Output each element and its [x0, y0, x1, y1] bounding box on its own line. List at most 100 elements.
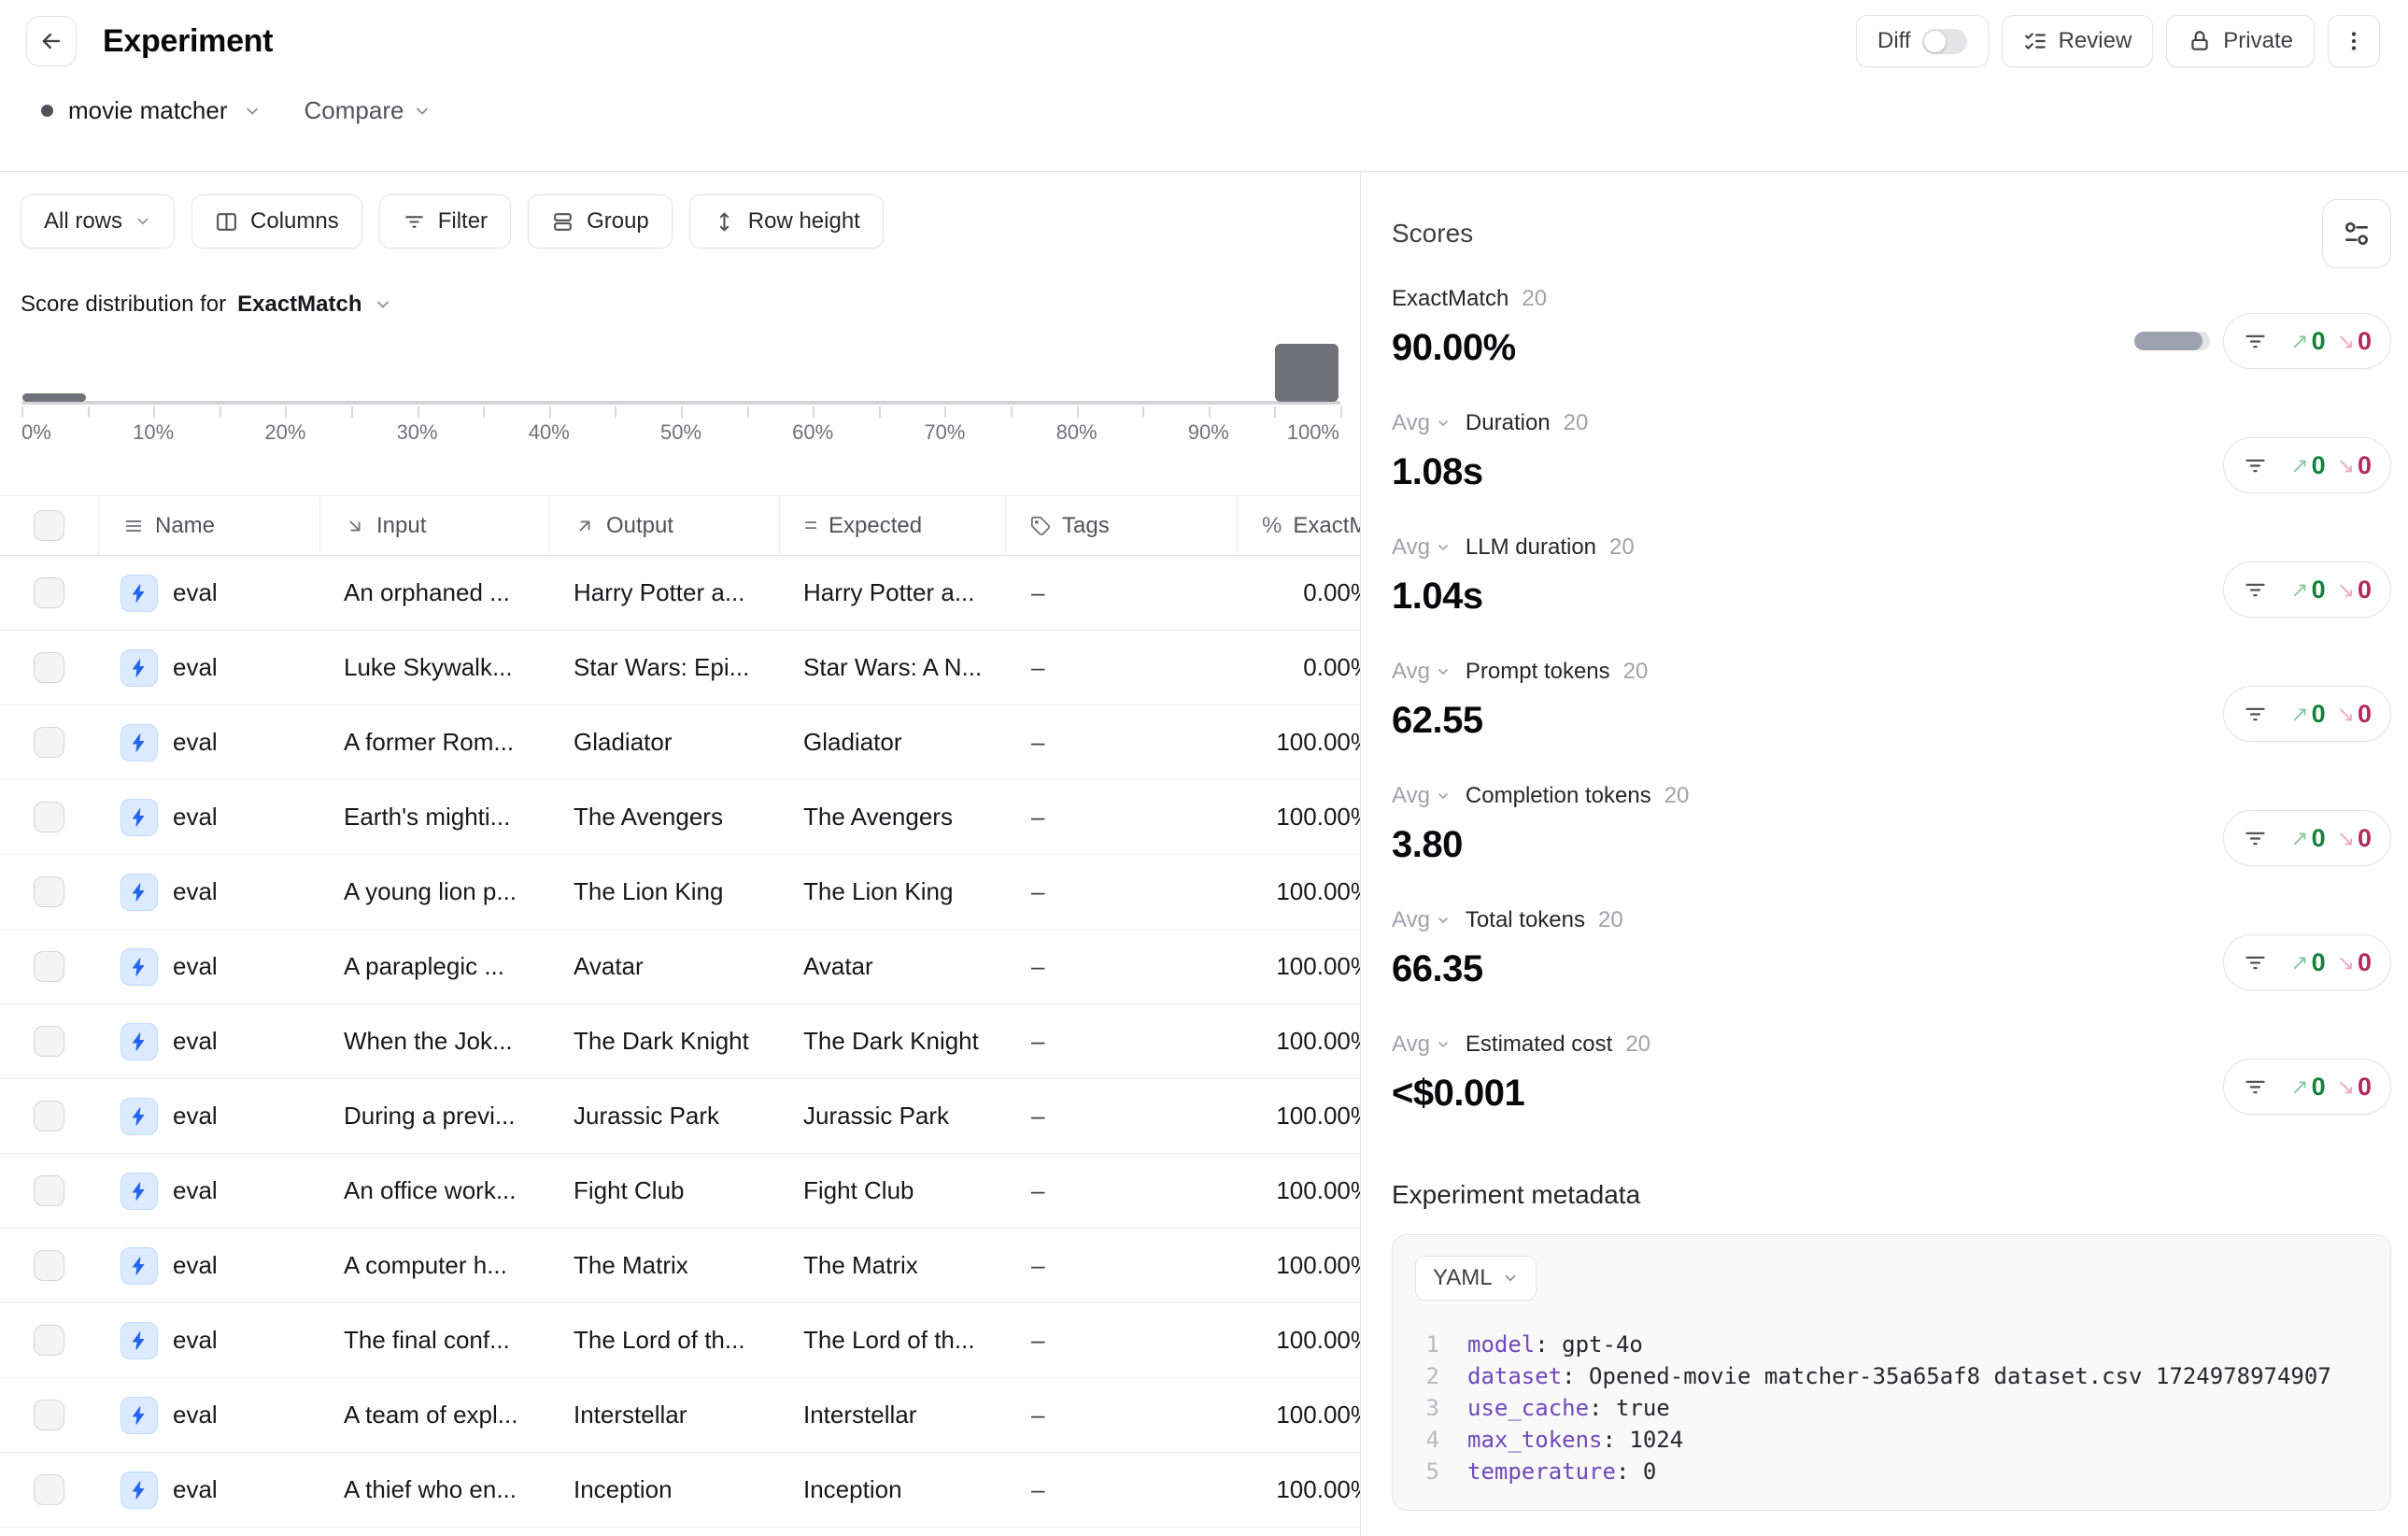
table-row[interactable]: eval During a previ... Jurassic Park Jur…: [0, 1079, 1360, 1154]
grid-toolbar: All rows Columns Filter: [0, 172, 1360, 249]
table-row[interactable]: eval A computer h... The Matrix The Matr…: [0, 1229, 1360, 1303]
table-row[interactable]: eval A thief who en... Inception Incepti…: [0, 1453, 1360, 1528]
axis-tick: [351, 406, 353, 418]
review-button[interactable]: Review: [2002, 15, 2154, 67]
filter-icon[interactable]: [2243, 453, 2268, 478]
filter-button[interactable]: Filter: [379, 194, 511, 249]
histogram-bar[interactable]: [1275, 344, 1339, 402]
filter-icon[interactable]: [2243, 577, 2268, 603]
filter-icon[interactable]: [2243, 702, 2268, 727]
aggregation-select[interactable]: Avg: [1392, 783, 1451, 809]
rows-filter-button[interactable]: All rows: [21, 194, 175, 249]
axis-tick: [483, 406, 485, 418]
column-header-output[interactable]: Output: [549, 496, 779, 555]
row-checkbox[interactable]: [34, 802, 64, 832]
row-checkbox[interactable]: [34, 727, 64, 758]
aggregation-select[interactable]: Avg: [1392, 659, 1451, 685]
row-name: eval: [173, 952, 218, 981]
x-axis: [21, 401, 1340, 405]
columns-button[interactable]: Columns: [191, 194, 362, 249]
arrow-up-right-icon: ↗: [2290, 1074, 2308, 1100]
column-header-exactmatch[interactable]: % ExactM..: [1237, 496, 1361, 555]
improvements-count[interactable]: ↗ 0: [2290, 327, 2325, 356]
row-checkbox[interactable]: [34, 1026, 64, 1057]
table-row[interactable]: eval An orphaned ... Harry Potter a... H…: [0, 556, 1360, 631]
private-label: Private: [2223, 28, 2293, 54]
metric-name: Completion tokens: [1466, 783, 1651, 809]
filter-icon[interactable]: [2243, 1074, 2268, 1100]
yaml-key: max_tokens: [1467, 1424, 1603, 1456]
row-checkbox[interactable]: [34, 1101, 64, 1131]
improvements-count[interactable]: ↗ 0: [2290, 576, 2325, 604]
experiment-name: movie matcher: [68, 96, 228, 125]
aggregation-select[interactable]: Avg: [1392, 907, 1451, 933]
regressions-count[interactable]: ↘ 0: [2337, 948, 2372, 977]
table-row[interactable]: eval When the Jok... The Dark Knight The…: [0, 1004, 1360, 1079]
metric-name: Estimated cost: [1466, 1031, 1612, 1058]
regressions-count[interactable]: ↘ 0: [2337, 824, 2372, 853]
table-row[interactable]: eval An office work... Fight Club Fight …: [0, 1154, 1360, 1229]
row-name: eval: [173, 877, 218, 906]
regressions-count[interactable]: ↘ 0: [2337, 327, 2372, 356]
axis-tick: [879, 406, 881, 418]
regressions-count[interactable]: ↘ 0: [2337, 700, 2372, 729]
row-checkbox[interactable]: [34, 951, 64, 982]
aggregation-select[interactable]: Avg: [1392, 534, 1451, 561]
column-header-expected[interactable]: = Expected: [779, 496, 1005, 555]
metric-block: Avg LLM duration 20 1.04s ↗ 0: [1392, 534, 2391, 618]
regressions-count[interactable]: ↘ 0: [2337, 576, 2372, 604]
row-checkbox[interactable]: [34, 1325, 64, 1356]
private-button[interactable]: Private: [2166, 15, 2315, 67]
more-menu-button[interactable]: [2328, 15, 2380, 67]
row-checkbox[interactable]: [34, 652, 64, 683]
experiment-picker[interactable]: movie matcher: [41, 96, 262, 125]
back-button[interactable]: [26, 16, 77, 66]
row-checkbox[interactable]: [34, 1474, 64, 1505]
aggregation-select[interactable]: Avg: [1392, 1031, 1451, 1058]
chevron-down-icon: [135, 213, 151, 230]
table-row[interactable]: eval Earth's mighti... The Avengers The …: [0, 780, 1360, 855]
table-row[interactable]: eval A paraplegic ... Avatar Avatar – 10…: [0, 930, 1360, 1004]
row-checkbox[interactable]: [34, 1175, 64, 1206]
row-input: An office work...: [319, 1176, 549, 1205]
scores-settings-button[interactable]: [2322, 199, 2391, 268]
histogram-bar[interactable]: [22, 393, 86, 402]
metric-name: Prompt tokens: [1466, 659, 1610, 685]
aggregation-select[interactable]: Avg: [1392, 410, 1451, 436]
axis-tick: [220, 406, 221, 418]
table-row[interactable]: eval A former Rom... Gladiator Gladiator…: [0, 705, 1360, 780]
row-checkbox[interactable]: [34, 876, 64, 907]
sliders-icon: [2342, 219, 2372, 249]
row-checkbox[interactable]: [34, 1250, 64, 1281]
column-header-input[interactable]: Input: [319, 496, 549, 555]
regressions-count[interactable]: ↘ 0: [2337, 1073, 2372, 1102]
table-row[interactable]: eval A young lion p... The Lion King The…: [0, 855, 1360, 930]
table-row[interactable]: eval A team of expl... Interstellar Inte…: [0, 1378, 1360, 1453]
filter-icon[interactable]: [2243, 329, 2268, 354]
column-header-name[interactable]: Name: [98, 496, 319, 555]
improvements-count[interactable]: ↗ 0: [2290, 948, 2325, 977]
metric-count: 20: [1609, 534, 1635, 561]
improvements-count[interactable]: ↗ 0: [2290, 451, 2325, 480]
filter-icon[interactable]: [2243, 950, 2268, 975]
row-name: eval: [173, 1475, 218, 1504]
improvements-count[interactable]: ↗ 0: [2290, 700, 2325, 729]
improvements-count[interactable]: ↗ 0: [2290, 824, 2325, 853]
filter-icon[interactable]: [2243, 826, 2268, 851]
score-distribution-selector[interactable]: Score distribution for ExactMatch: [21, 292, 1360, 318]
row-expected: Star Wars: A N...: [779, 653, 1005, 682]
table-row[interactable]: eval The final conf... The Lord of th...…: [0, 1303, 1360, 1378]
group-button[interactable]: Group: [528, 194, 673, 249]
regressions-count[interactable]: ↘ 0: [2337, 451, 2372, 480]
row-checkbox[interactable]: [34, 577, 64, 608]
column-header-tags[interactable]: Tags: [1005, 496, 1237, 555]
improvements-count[interactable]: ↗ 0: [2290, 1073, 2325, 1102]
table-row[interactable]: eval Luke Skywalk... Star Wars: Epi... S…: [0, 631, 1360, 705]
row-height-button[interactable]: Row height: [689, 194, 884, 249]
row-checkbox[interactable]: [34, 1400, 64, 1430]
select-all-checkbox[interactable]: [34, 510, 64, 541]
compare-menu[interactable]: Compare: [305, 96, 432, 125]
metadata-format-select[interactable]: YAML: [1415, 1256, 1537, 1301]
diff-toggle-button[interactable]: Diff: [1856, 15, 1989, 67]
diff-toggle[interactable]: [1922, 29, 1967, 54]
